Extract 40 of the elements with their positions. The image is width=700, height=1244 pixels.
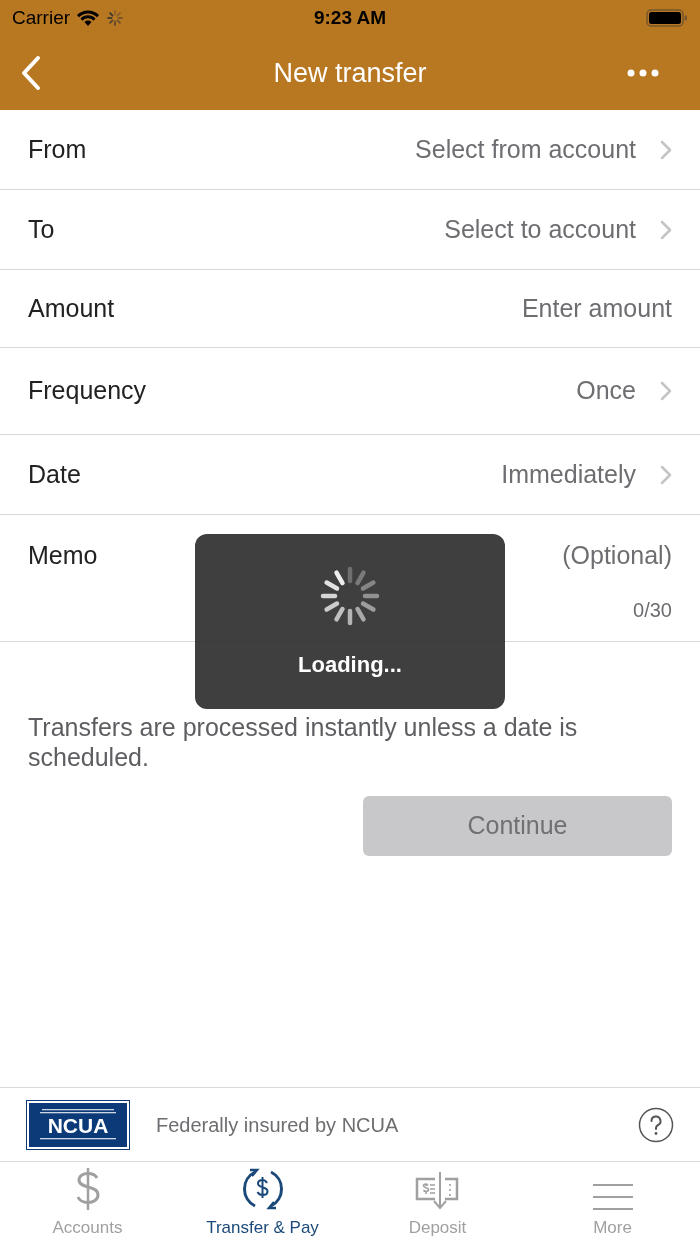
help-button[interactable]	[638, 1106, 674, 1143]
tab-bar-item[interactable]: Accounts	[0, 1162, 175, 1244]
status-time: 9:23 AM	[312, 5, 388, 30]
fine-print-lines-icon	[38, 1109, 118, 1114]
back-icon	[20, 55, 42, 91]
date-select[interactable]: Immediately	[501, 455, 672, 494]
loading-spinner-icon	[320, 566, 380, 626]
check-deposit-icon	[414, 1170, 461, 1211]
field-label: Memo	[28, 540, 98, 571]
field-label: Frequency	[28, 375, 147, 407]
help-icon	[638, 1106, 674, 1143]
account-select[interactable]: Select from account	[415, 130, 672, 169]
activity-spinner-icon	[106, 9, 125, 27]
chevron-icon	[660, 219, 672, 240]
transfer-dollar-icon	[240, 1166, 285, 1211]
chevron-icon	[660, 381, 672, 401]
loading-label: Loading...	[298, 651, 402, 679]
tab-bar-item[interactable]: Deposit	[350, 1162, 525, 1244]
character-counter: 0/30	[633, 597, 672, 623]
battery-icon	[646, 8, 688, 28]
tab-bar-item[interactable]: Transfer & Pay	[175, 1162, 350, 1244]
logo-text: NCUA	[47, 1115, 109, 1137]
ellipsis-icon	[627, 69, 659, 77]
info-text: Transfers are processed instantly unless a date is scheduled.	[28, 712, 579, 772]
tab-bar-item[interactable]: More	[525, 1162, 700, 1244]
account-select[interactable]: Select to account	[444, 210, 672, 249]
field-label: To	[28, 213, 55, 245]
chevron-icon	[660, 464, 672, 485]
wifi-icon	[76, 9, 101, 27]
amount-input[interactable]: Enter amount	[372, 289, 672, 328]
insurance-text: Federally insured by NCUA	[156, 1112, 399, 1138]
menu-icon	[592, 1182, 633, 1211]
frequency-select[interactable]: Once	[576, 372, 672, 410]
field-label: From	[28, 133, 87, 165]
field-label: Date	[28, 458, 81, 490]
fine-print-lines-icon	[38, 1138, 118, 1140]
carrier-label: Carrier	[12, 5, 71, 30]
chevron-icon	[660, 139, 672, 160]
screen-title: New transfer	[272, 56, 428, 90]
field-label: Amount	[28, 292, 115, 324]
